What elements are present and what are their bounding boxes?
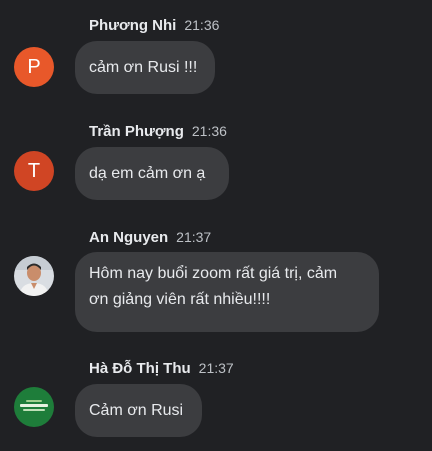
message-header: Phương Nhi 21:36 [89,16,219,35]
message-text: Cảm ơn Rusi [89,401,184,419]
message-time: 21:37 [198,360,234,376]
person-photo-avatar-icon[interactable] [14,256,54,296]
message-bubble[interactable]: cảm ơn Rusi !!! [75,41,215,94]
message-text: dạ em cảm ơn ạ [89,164,206,182]
message-header: Hà Đỗ Thị Thu 21:37 [89,359,234,378]
author-name: Phương Nhi [89,17,177,34]
avatar[interactable]: P [14,47,54,87]
avatar[interactable]: T [14,151,54,191]
message-time: 21:36 [191,123,227,139]
message-bubble[interactable]: Hôm nay buổi zoom rất giá trị, cảm ơn gi… [75,252,379,332]
message-text: cảm ơn Rusi !!! [89,58,198,76]
green-logo-avatar-icon[interactable] [14,387,54,427]
green-logo-icon [14,387,54,427]
message-header: An Nguyen 21:37 [89,228,211,247]
author-name: An Nguyen [89,229,169,246]
message-text: Hôm nay buổi zoom rất giá trị, cảm ơn gi… [89,261,337,313]
message-text-line: ơn giảng viên rất nhiều!!!! [89,291,271,308]
message-bubble[interactable]: Cảm ơn Rusi [75,384,202,437]
avatar-letter: T [27,159,41,182]
message-text-line: Hôm nay buổi zoom rất giá trị, cảm [89,265,338,282]
avatar-letter: P [27,55,41,78]
author-name: Trần Phượng [89,123,184,140]
message-header: Trần Phượng 21:36 [89,122,227,141]
person-photo-icon [14,256,54,296]
message-time: 21:36 [184,17,220,33]
message-bubble[interactable]: dạ em cảm ơn ạ [75,147,229,200]
chat-message-list: Phương Nhi 21:36 P cảm ơn Rusi !!! Trần P… [0,0,432,451]
author-name: Hà Đỗ Thị Thu [89,360,191,377]
message-time: 21:37 [176,229,212,245]
